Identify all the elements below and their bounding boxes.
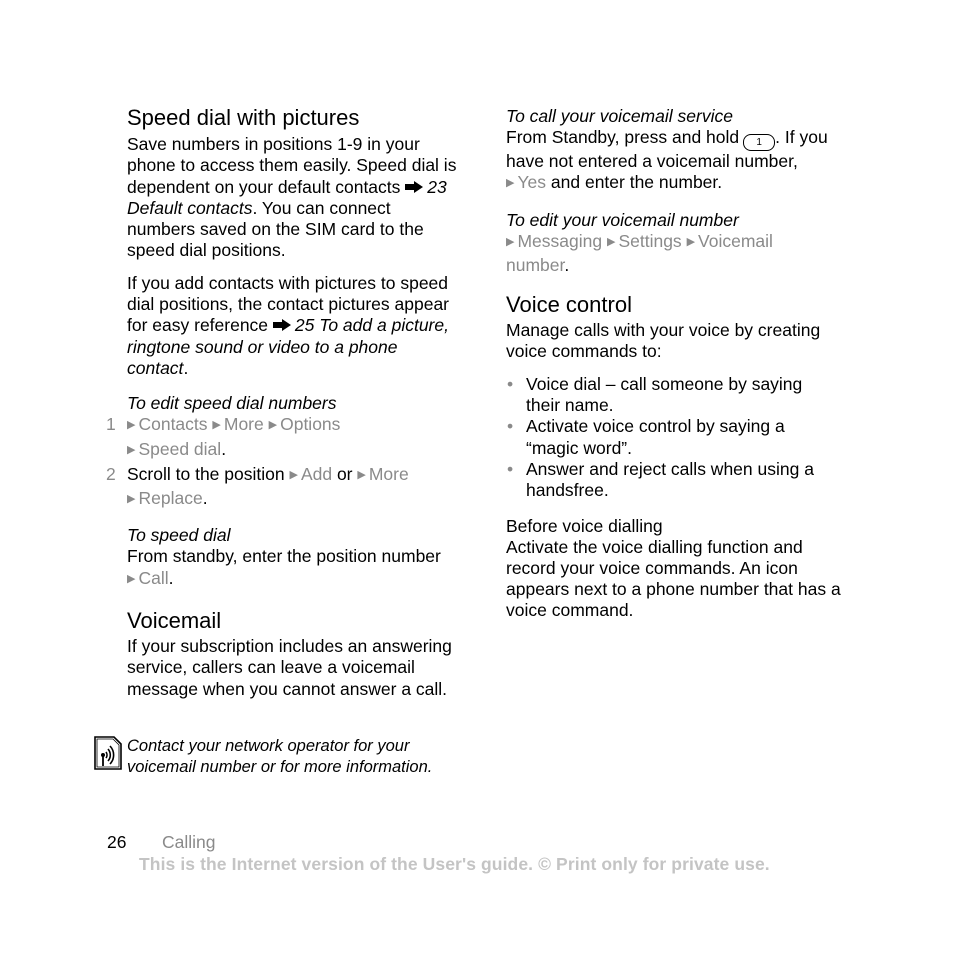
speed-dial-paragraph-2: If you add contacts with pictures to spe… [127, 272, 449, 378]
menu-arrow-icon: ▶ [127, 419, 136, 432]
bullet-icon: • [507, 373, 514, 394]
menu-arrow-icon: ▶ [506, 235, 515, 248]
note-text: Contact your network operator for your v… [127, 737, 433, 776]
menu-item-more[interactable]: More [224, 414, 264, 434]
menu-item-more[interactable]: More [369, 464, 409, 484]
menu-arrow-icon: ▶ [127, 493, 136, 506]
subheading-before-voice-dialling: Before voice dialling [506, 515, 663, 536]
right-column: To call your voicemail service From Stan… [506, 104, 841, 622]
speed-dial-paragraph-1: Save numbers in positions 1-9 in your ph… [127, 134, 457, 261]
menu-arrow-icon: ▶ [127, 443, 136, 456]
cross-reference-arrow-icon [405, 180, 424, 193]
menu-arrow-icon: ▶ [212, 419, 221, 432]
step-1: 1 ▶ Contacts ▶ More ▶ Options ▶ Speed dial. [106, 414, 341, 459]
subheading-edit-voicemail: To edit your voicemail number [506, 209, 739, 230]
menu-item-replace[interactable]: Replace [138, 488, 202, 508]
menu-arrow-icon: ▶ [268, 419, 278, 432]
edit-voicemail-path: ▶ Messaging ▶ Settings ▶ Voicemail number. [506, 230, 773, 275]
menu-item-call[interactable]: Call [138, 568, 168, 588]
to-speed-dial-text: From standby, enter the position number … [127, 546, 441, 588]
menu-arrow-icon: ▶ [127, 572, 136, 585]
menu-item-yes[interactable]: Yes [517, 172, 546, 192]
bullet-icon: • [507, 416, 514, 437]
key-1-button[interactable]: 1 [743, 134, 776, 151]
page-number: 26 [107, 832, 127, 852]
network-operator-icon [94, 736, 122, 770]
left-column: Speed dial with pictures Save numbers in… [106, 104, 462, 700]
menu-arrow-icon: ▶ [686, 235, 696, 248]
bullet-icon: • [507, 458, 514, 479]
menu-item-contacts[interactable]: Contacts [138, 414, 207, 434]
subheading-to-speed-dial: To speed dial [127, 525, 231, 546]
menu-item-options[interactable]: Options [280, 414, 340, 434]
heading-voice-control: Voice control [506, 292, 632, 318]
list-item: • Voice dial – call someone by saying the… [507, 373, 803, 416]
voice-control-list: • Voice dial – call someone by saying the… [506, 374, 841, 502]
voicemail-text: If your subscription includes an answeri… [127, 636, 452, 699]
menu-arrow-icon: ▶ [606, 235, 616, 248]
menu-item-add[interactable]: Add [301, 464, 332, 484]
heading-voicemail: Voicemail [127, 608, 222, 634]
step-2: 2 Scroll to the position ▶ Add or ▶ More ▶… [106, 463, 409, 509]
section-name: Calling [162, 832, 216, 852]
subheading-edit-speed-dial: To edit speed dial numbers [127, 393, 337, 414]
list-item: • Answer and reject calls when using a ha… [507, 458, 814, 501]
menu-item-settings[interactable]: Settings [618, 231, 681, 251]
menu-arrow-icon: ▶ [357, 468, 366, 481]
step-number: 1 [106, 414, 116, 435]
menu-arrow-icon: ▶ [506, 177, 515, 190]
cross-reference-arrow-icon [272, 319, 291, 332]
menu-item-speed-dial[interactable]: Speed dial [138, 439, 221, 459]
menu-arrow-icon: ▶ [289, 468, 298, 481]
menu-item-messaging[interactable]: Messaging [517, 231, 602, 251]
copyright-notice: This is the Internet version of the User… [139, 854, 770, 874]
call-voicemail-text: From Standby, press and hold 1. If you ha… [506, 127, 828, 193]
before-voice-dialling-text: Activate the voice dialling function and… [506, 536, 841, 621]
step-number: 2 [106, 463, 116, 484]
list-item: • Activate voice control by saying a “mag… [507, 416, 785, 458]
heading-speed-dial: Speed dial with pictures [127, 105, 360, 130]
voice-control-intro: Manage calls with your voice by creating… [506, 320, 821, 362]
subheading-call-voicemail: To call your voicemail service [506, 106, 733, 126]
